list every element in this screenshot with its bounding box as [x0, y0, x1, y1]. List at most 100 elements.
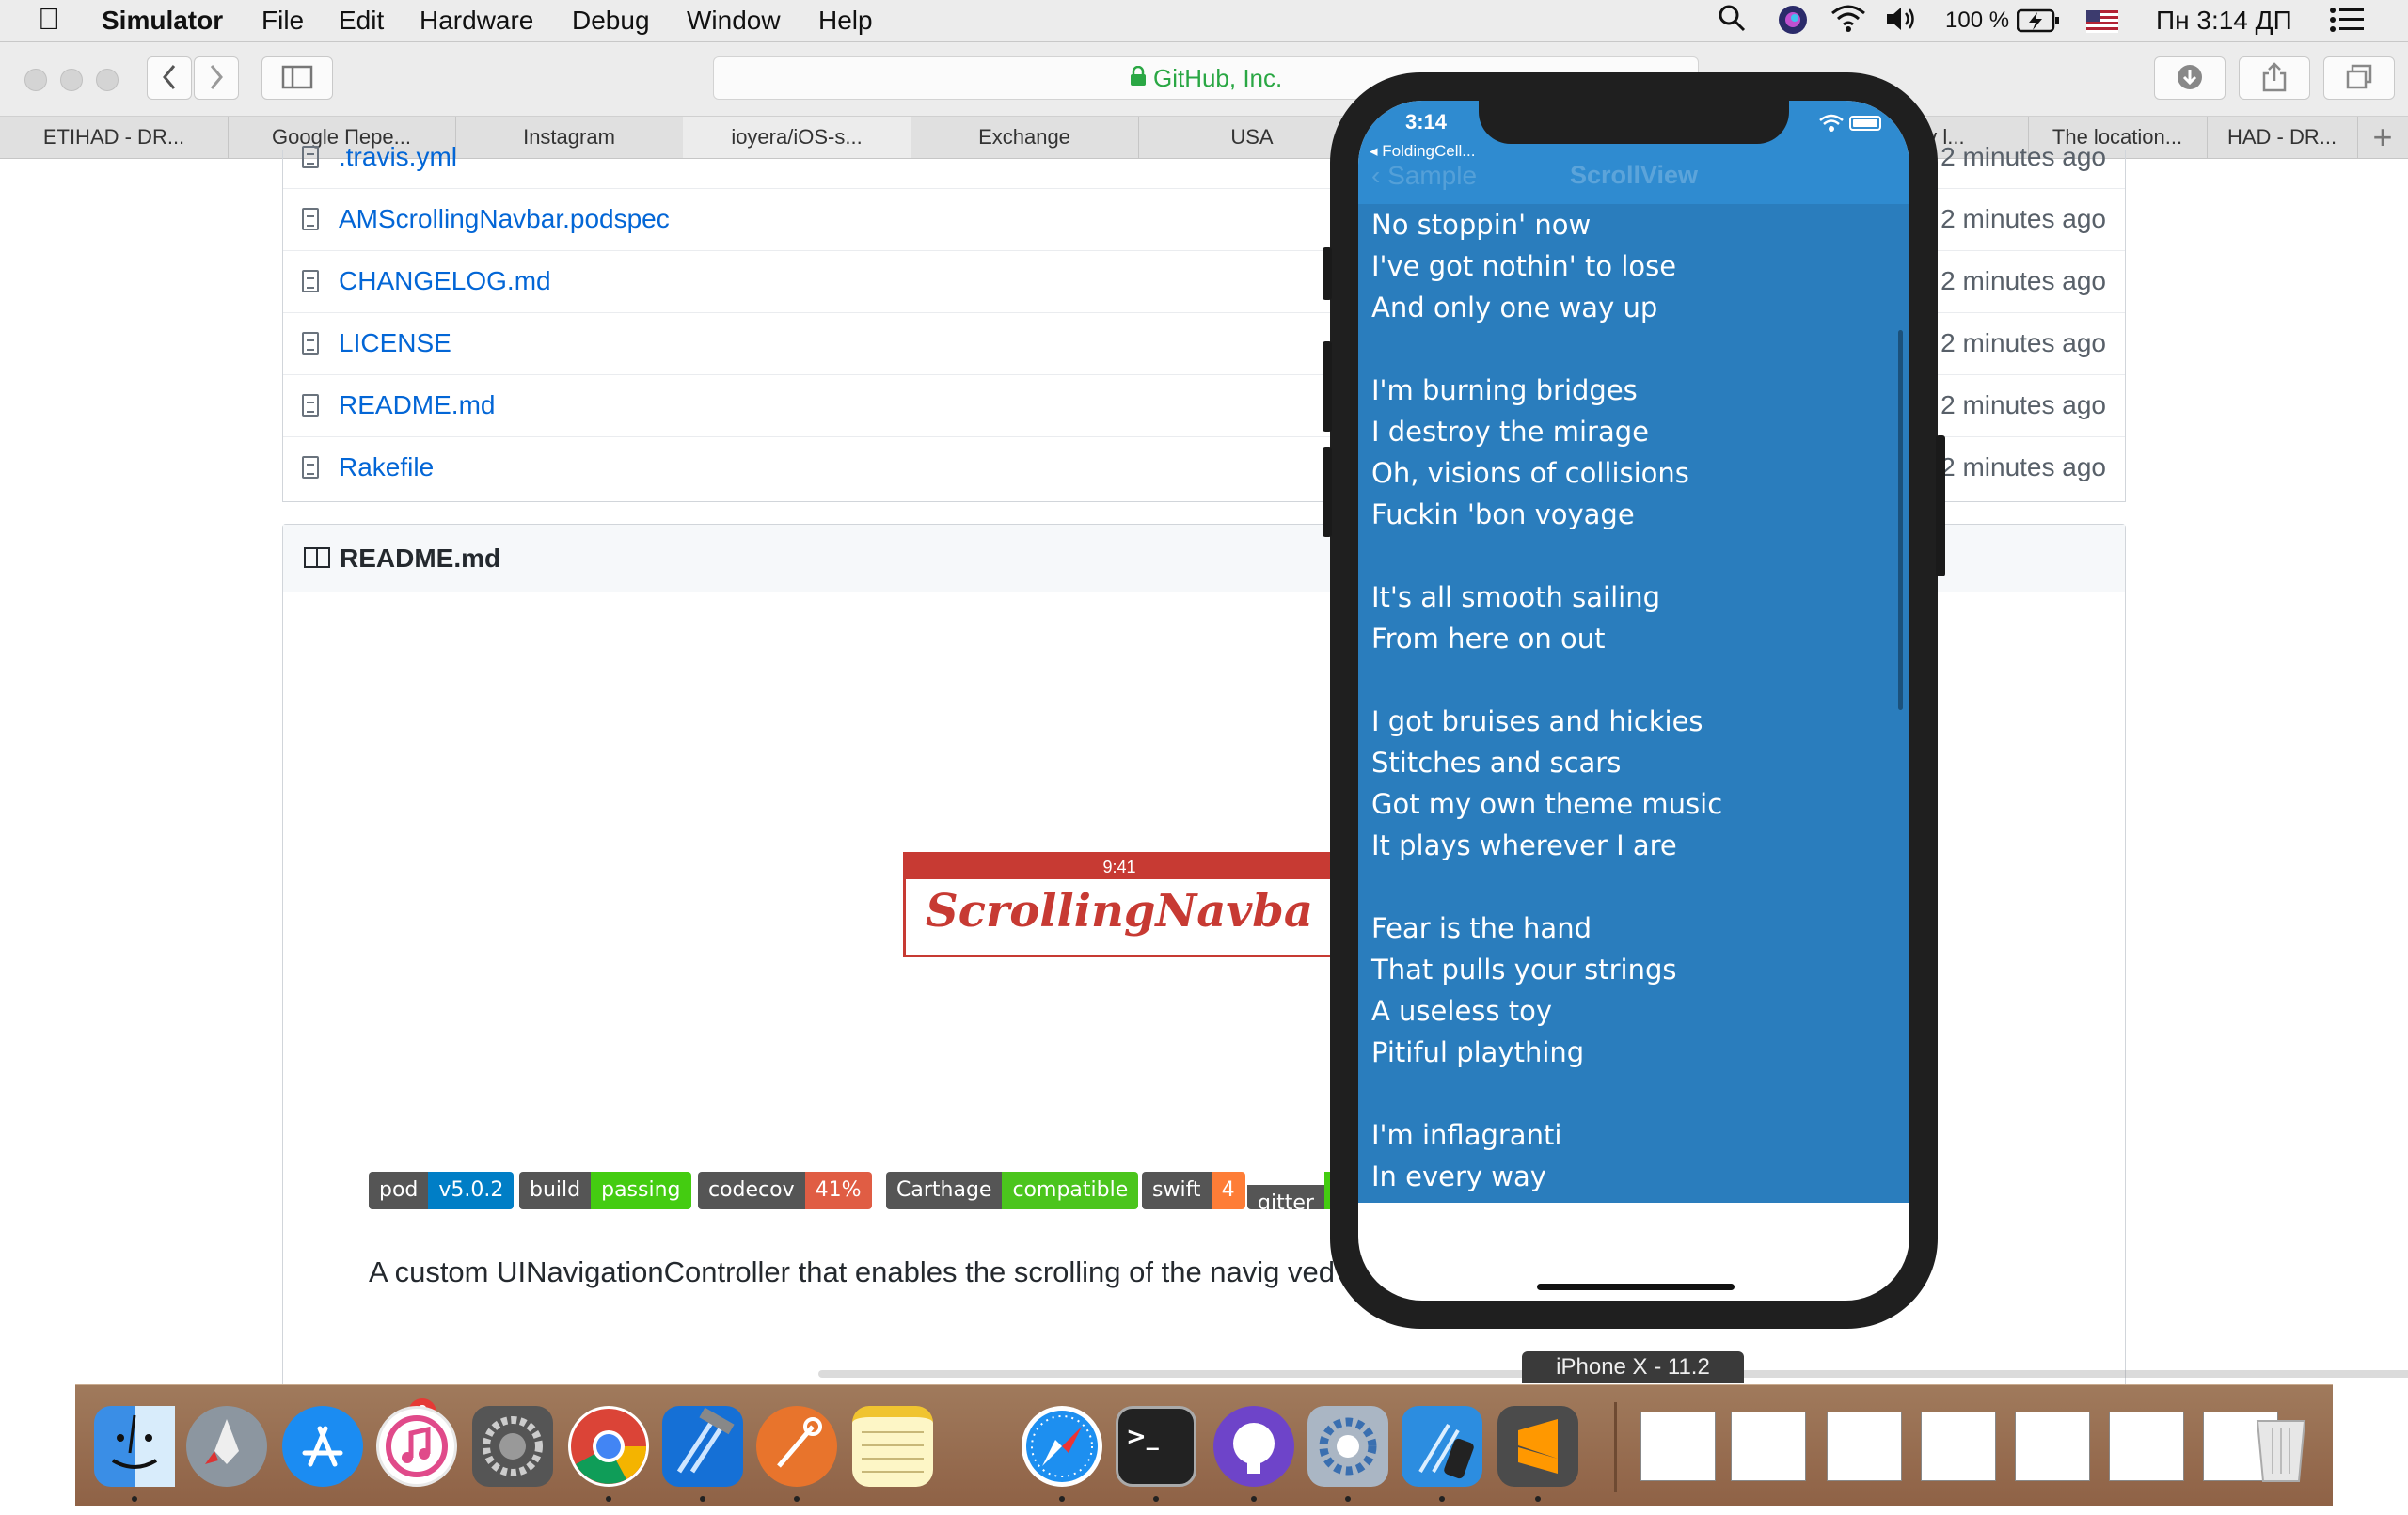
minimized-window-thumbnail[interactable]: [1921, 1412, 1996, 1481]
finder-icon[interactable]: [94, 1406, 175, 1487]
sublime-text-icon[interactable]: [1497, 1406, 1578, 1487]
notes-icon[interactable]: [852, 1406, 933, 1487]
window-zoom-button[interactable]: [96, 69, 119, 91]
scroll-view[interactable]: No stoppin' now I've got nothin' to lose…: [1358, 204, 1909, 1203]
battery-percent: 100 %: [1945, 8, 2010, 33]
phone-screen[interactable]: 3:14 ◂ FoldingCell... ‹ Sample ScrollVie…: [1358, 101, 1909, 1301]
sidebar-icon: [281, 65, 313, 89]
mute-switch[interactable]: [1323, 247, 1332, 300]
app-store-icon[interactable]: [282, 1406, 363, 1487]
window-minimize-button[interactable]: [60, 69, 83, 91]
launchpad-icon[interactable]: [186, 1406, 267, 1487]
tab-etihad-2[interactable]: HAD - DR...: [2207, 117, 2358, 158]
menu-help[interactable]: Help: [818, 6, 873, 36]
system-preferences-icon[interactable]: [472, 1406, 553, 1487]
menu-hardware[interactable]: Hardware: [420, 6, 533, 36]
status-battery-icon: [1849, 116, 1881, 131]
minimized-window-thumbnail[interactable]: [1640, 1412, 1716, 1481]
simulator-icon[interactable]: [1402, 1406, 1482, 1487]
notification-center-icon[interactable]: [2329, 6, 2365, 40]
window-close-button[interactable]: [24, 69, 47, 91]
github-page: .travis.yml 2 minutes ago AMScrollingNav…: [0, 142, 2408, 1428]
status-wifi-icon: [1819, 114, 1844, 137]
minimized-window-thumbnail[interactable]: [2109, 1412, 2184, 1481]
file-icon: [302, 208, 319, 230]
back-button[interactable]: [147, 56, 192, 100]
minimized-window-thumbnail[interactable]: [1827, 1412, 1902, 1481]
volume-up-button[interactable]: [1323, 341, 1332, 432]
file-name[interactable]: Rakefile: [339, 452, 434, 482]
side-button[interactable]: [1936, 435, 1945, 576]
address-text: GitHub, Inc.: [1152, 64, 1283, 92]
book-icon: [304, 547, 330, 568]
apple-icon[interactable]: : [38, 2, 60, 37]
running-indicator: [794, 1496, 800, 1502]
badge-pod[interactable]: pod v5.0.2: [369, 1172, 515, 1209]
file-age: 2 minutes ago: [1941, 266, 2106, 295]
battery-icon[interactable]: [2016, 8, 2060, 39]
siri-icon[interactable]: [1778, 5, 1808, 41]
terminal-icon[interactable]: >_: [1116, 1406, 1196, 1487]
wifi-icon[interactable]: [1830, 4, 1866, 40]
status-time: 3:14: [1405, 110, 1448, 134]
tab-etihad[interactable]: ETIHAD - DR...: [0, 117, 229, 158]
badge-codecov[interactable]: codecov 41%: [698, 1172, 872, 1209]
badge-build[interactable]: build passing: [519, 1172, 691, 1209]
running-indicator: [1345, 1496, 1351, 1502]
file-age: 2 minutes ago: [1941, 142, 2106, 171]
badge-carthage[interactable]: Carthage compatible: [886, 1172, 1139, 1209]
back-to-app-link[interactable]: ◂ FoldingCell...: [1370, 142, 1475, 161]
xcode-icon[interactable]: [662, 1406, 743, 1487]
dock-divider: [1614, 1402, 1617, 1492]
downloads-button[interactable]: [2154, 56, 2226, 100]
itunes-icon[interactable]: [376, 1406, 457, 1487]
file-name[interactable]: .travis.yml: [339, 142, 457, 172]
trash-icon[interactable]: [2241, 1406, 2321, 1487]
badge-gitter[interactable]: gitter: [1247, 1172, 1336, 1209]
running-indicator: [606, 1496, 611, 1502]
file-name[interactable]: CHANGELOG.md: [339, 266, 551, 296]
menubar-clock[interactable]: Пн 3:14 ДП: [2156, 6, 2292, 36]
file-name[interactable]: README.md: [339, 390, 495, 420]
flag-us-icon[interactable]: [2086, 9, 2118, 39]
menu-app-name[interactable]: Simulator: [102, 6, 223, 36]
volume-down-button[interactable]: [1323, 447, 1332, 537]
dock: 9 >_: [75, 1384, 2333, 1506]
instruments-icon[interactable]: [756, 1406, 837, 1487]
readme-title: README.md: [340, 544, 501, 573]
home-indicator[interactable]: [1537, 1284, 1735, 1290]
forward-button[interactable]: [194, 56, 239, 100]
running-indicator: [700, 1496, 705, 1502]
sidebar-toggle-button[interactable]: [261, 56, 333, 100]
download-icon: [2178, 65, 2202, 89]
logo-status-time: 9:41: [906, 855, 1333, 879]
system-prefs-alt-icon[interactable]: [1307, 1406, 1388, 1487]
safari-icon[interactable]: [1022, 1406, 1102, 1487]
share-button[interactable]: [2239, 56, 2310, 100]
menu-debug[interactable]: Debug: [572, 6, 650, 36]
menu-window[interactable]: Window: [687, 6, 781, 36]
file-age: 2 minutes ago: [1941, 204, 2106, 233]
browser-toolbar: GitHub, Inc.: [0, 42, 2408, 117]
tabs-overview-button[interactable]: [2323, 56, 2395, 100]
file-icon: [302, 270, 319, 292]
file-age: 2 minutes ago: [1941, 328, 2106, 357]
badge-swift[interactable]: swift 4: [1142, 1172, 1245, 1209]
minimized-window-thumbnail[interactable]: [1731, 1412, 1806, 1481]
chevron-right-icon: [210, 65, 223, 89]
file-icon: [302, 332, 319, 355]
file-name[interactable]: LICENSE: [339, 328, 452, 358]
file-name[interactable]: AMScrollingNavbar.podspec: [339, 204, 670, 234]
menu-edit[interactable]: Edit: [339, 6, 384, 36]
github-desktop-icon[interactable]: [1213, 1406, 1294, 1487]
menu-file[interactable]: File: [261, 6, 304, 36]
lyrics-text: No stoppin' now I've got nothin' to lose…: [1371, 209, 1723, 1192]
minimized-window-thumbnail[interactable]: [2015, 1412, 2090, 1481]
device-label: iPhone X - 11.2: [1522, 1351, 1744, 1383]
volume-icon[interactable]: [1885, 4, 1919, 40]
chrome-icon[interactable]: [568, 1406, 649, 1487]
chevron-left-icon: [163, 65, 176, 89]
spotlight-icon[interactable]: [1718, 4, 1746, 40]
new-tab-button[interactable]: +: [2357, 117, 2408, 158]
phone-notch: [1479, 101, 1789, 144]
